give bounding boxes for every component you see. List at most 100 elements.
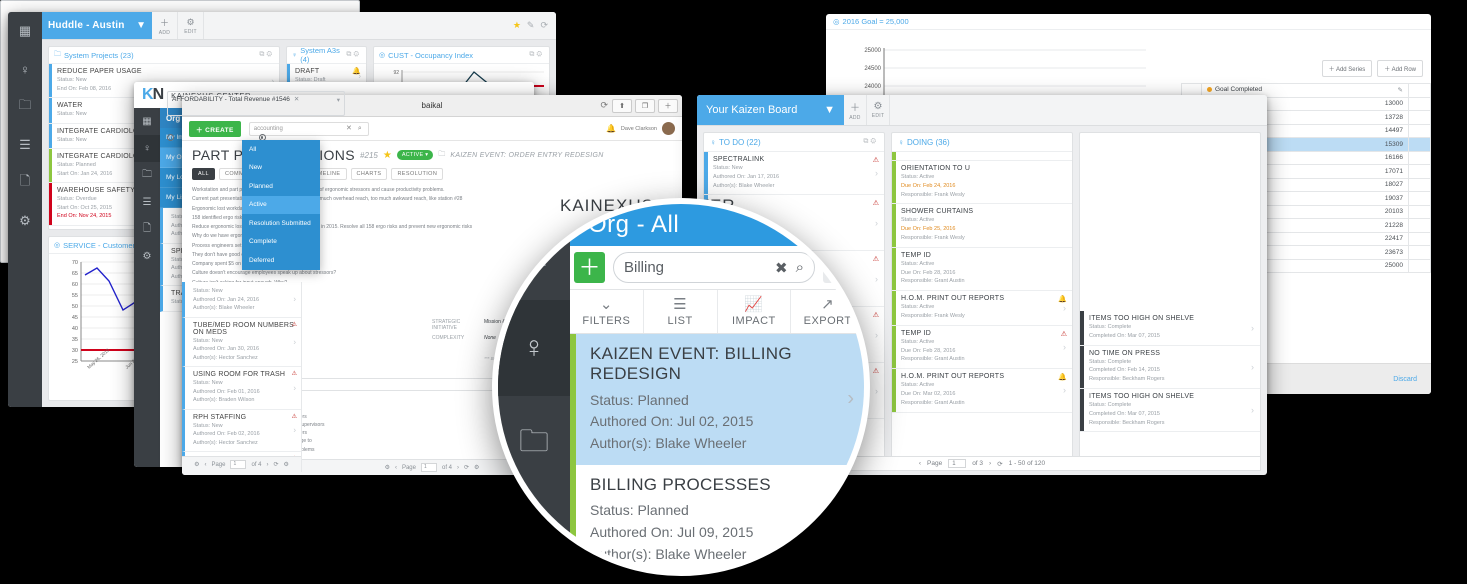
- tab-all[interactable]: ALL: [192, 168, 215, 180]
- add-button[interactable]: ＋: [574, 252, 605, 283]
- tab-filters[interactable]: ⌄ FILTERS: [570, 290, 644, 333]
- kaizen-card[interactable]: SPECTRALINK Status: New Authored On: Jan…: [704, 152, 884, 196]
- kaizen-card[interactable]: TEMP ID Status: Active Due On: Feb 28, 2…: [892, 247, 1072, 292]
- card-tools[interactable]: ⧉⚙: [346, 51, 361, 59]
- dashboard-add-button[interactable]: ＋ ADD: [152, 12, 178, 39]
- kaizen-card[interactable]: SHOWER CURTAINS Status: Active Due On: F…: [892, 204, 1072, 248]
- kaizen-card[interactable]: ORIENTATION TO U Status: Active Due On: …: [892, 161, 1072, 205]
- refresh-icon[interactable]: ⟳: [997, 460, 1002, 468]
- value-chip[interactable]: AFFORDABILITY - Total Revenue #1546 ✕: [172, 95, 299, 104]
- list-item[interactable]: USING ROOM FOR TRASH Status: New Authored…: [182, 367, 301, 410]
- next-page-button[interactable]: ›: [989, 460, 991, 467]
- tab-charts[interactable]: CHARTS: [350, 168, 388, 180]
- kaizen-card[interactable]: H.O.M. PRINT OUT REPORTS Status: Active …: [892, 291, 1072, 326]
- menu-item-complete[interactable]: Complete: [242, 233, 320, 252]
- gear-icon[interactable]: ⚙: [134, 243, 160, 270]
- create-button[interactable]: ＋ CREATE: [189, 120, 241, 137]
- column-tools[interactable]: ⧉⚙: [863, 138, 878, 146]
- prev-page-button[interactable]: ‹: [204, 462, 206, 468]
- kaizen-card[interactable]: ITEMS TOO HIGH ON SHELVE Status: Complet…: [1080, 388, 1260, 433]
- dashboard-edit-button[interactable]: ⚙ EDIT: [178, 12, 204, 39]
- refresh-icon[interactable]: ⟳: [274, 461, 279, 468]
- edit-pencil-icon[interactable]: ✎: [527, 20, 535, 31]
- menu-item-deferred[interactable]: Deferred: [242, 251, 320, 270]
- rule-value-multiselect[interactable]: AFFORDABILITY - Total Revenue #1546 ✕ ▾: [167, 91, 345, 116]
- tabs-icon[interactable]: ❐: [635, 98, 655, 113]
- bulb-icon[interactable]: ♀: [8, 50, 42, 88]
- list-item[interactable]: TUBE/MED ROOM NUMBERS ON MEDS Status: Ne…: [182, 317, 301, 368]
- prev-page-button[interactable]: ‹: [395, 465, 397, 471]
- reload-icon[interactable]: ⟳: [600, 100, 608, 111]
- add-series-button[interactable]: ＋ Add Series: [1321, 60, 1373, 77]
- list-icon[interactable]: ☰: [134, 189, 160, 216]
- prev-page-button[interactable]: ‹: [919, 460, 921, 467]
- remove-chip-icon[interactable]: ✕: [294, 95, 299, 103]
- search-input[interactable]: Billing ✖ ⌕: [613, 252, 815, 283]
- list-item[interactable]: RPH STAFFING Status: New Authored On: Feb…: [182, 409, 301, 453]
- discard-button[interactable]: Discard: [1393, 376, 1417, 383]
- kaizen-add-button[interactable]: ＋ ADD: [844, 95, 867, 125]
- next-page-button[interactable]: ›: [267, 462, 269, 468]
- folder-icon[interactable]: 🗀: [8, 88, 42, 126]
- star-icon[interactable]: ★: [383, 150, 392, 161]
- search-input[interactable]: accounting ✕ ⌕: [248, 121, 369, 136]
- gear-icon[interactable]: ⚙: [8, 202, 42, 240]
- menu-item-all[interactable]: All: [242, 140, 320, 159]
- gear-icon[interactable]: ⚙: [284, 461, 289, 468]
- new-tab-icon[interactable]: ＋: [658, 98, 678, 113]
- kaizen-card[interactable]: ITEMS TOO HIGH ON SHELVE Status: Complet…: [1080, 311, 1260, 346]
- tab-export[interactable]: ↗ EXPORT: [791, 290, 864, 333]
- card-tools[interactable]: ⧉⚙: [529, 51, 544, 59]
- kaizen-card[interactable]: TEMP ID Status: Active Due On: Feb 28, 2…: [892, 325, 1072, 370]
- bulb-icon[interactable]: ♀: [498, 300, 570, 396]
- page-input[interactable]: 1: [420, 463, 437, 472]
- gear-icon[interactable]: ⚙: [194, 461, 199, 468]
- document-icon[interactable]: 🗋: [134, 216, 160, 243]
- magnified-card[interactable]: BILLING PROCESSES Status: Planned Author…: [570, 464, 864, 570]
- status-badge[interactable]: ACTIVE ▾: [396, 150, 434, 160]
- notification-bell-icon[interactable]: 🔔: [606, 124, 616, 133]
- card-tools[interactable]: ⧉⚙: [259, 51, 274, 59]
- search-icons[interactable]: ✕ ⌕: [346, 124, 364, 133]
- menu-item-planned[interactable]: Planned: [242, 177, 320, 196]
- document-icon[interactable]: 🗋: [8, 164, 42, 202]
- tab-list[interactable]: ☰ LIST: [644, 290, 718, 333]
- grid-icon[interactable]: ▦: [134, 108, 160, 135]
- list-item[interactable]: Status: New Authored On: Jan 24, 2016 Aut…: [182, 282, 301, 318]
- refresh-icon[interactable]: ⟳: [464, 464, 469, 471]
- kaizen-board-selector[interactable]: Your Kaizen Board ▼: [697, 95, 844, 125]
- refresh-icon[interactable]: ⟳: [540, 20, 548, 31]
- gear-icon[interactable]: ⚙: [385, 464, 390, 471]
- magnified-card-selected[interactable]: KAIZEN EVENT: BILLING REDESIGN Status: P…: [570, 334, 864, 465]
- page-input[interactable]: 1: [948, 459, 967, 468]
- kaizen-card[interactable]: NO TIME ON PRESS Status: Complete Comple…: [1080, 345, 1260, 389]
- magnified-org-selector[interactable]: Org - All ▼: [570, 204, 864, 246]
- next-page-button[interactable]: ›: [457, 465, 459, 471]
- bulb-icon[interactable]: ♀: [134, 135, 160, 162]
- grid-icon[interactable]: ▦: [498, 204, 570, 300]
- radio-all-nested[interactable]: [167, 134, 174, 141]
- page-input[interactable]: 1: [230, 460, 247, 469]
- kaizen-card[interactable]: H.O.M. PRINT OUT REPORTS Status: Active …: [892, 369, 1072, 413]
- tab-impact[interactable]: 📈 IMPACT: [718, 290, 792, 333]
- star-icon[interactable]: ★: [513, 20, 521, 31]
- tab-resolution[interactable]: RESOLUTION: [391, 168, 444, 180]
- avatar[interactable]: [662, 122, 675, 135]
- share-icon[interactable]: ⬆: [612, 98, 632, 113]
- menu-item-active[interactable]: Active: [242, 195, 320, 214]
- gear-icon[interactable]: ⚙: [474, 464, 479, 471]
- menu-item-resolution-submitted[interactable]: Resolution Submitted: [242, 214, 320, 233]
- kaizen-edit-button[interactable]: ⚙ EDIT: [867, 95, 890, 125]
- clear-icon[interactable]: ✖: [775, 259, 788, 277]
- edit-pencil-icon[interactable]: ✎: [1398, 86, 1403, 94]
- gear-icon[interactable]: ⚙: [823, 252, 854, 283]
- grid-icon[interactable]: ▦: [8, 12, 42, 50]
- dashboard-selector[interactable]: Huddle - Austin ▼: [42, 12, 152, 39]
- folder-icon[interactable]: 🗀: [498, 396, 570, 492]
- search-icon[interactable]: ⌕: [796, 259, 804, 277]
- add-row-button[interactable]: ＋ Add Row: [1377, 60, 1423, 77]
- menu-item-new[interactable]: New: [242, 159, 320, 178]
- folder-icon[interactable]: 🗀: [134, 162, 160, 189]
- kaizen-card-partial[interactable]: [892, 152, 1072, 161]
- list-icon[interactable]: ☰: [8, 126, 42, 164]
